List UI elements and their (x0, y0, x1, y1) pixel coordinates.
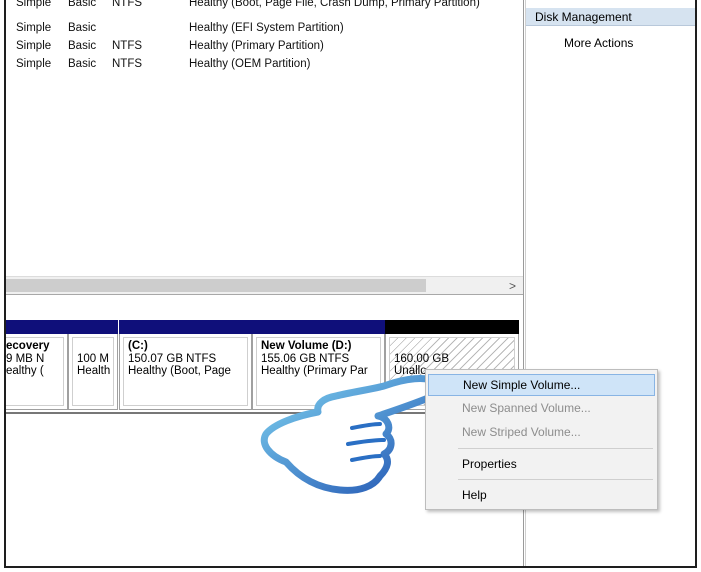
status-cell: Healthy (Primary Partition) (189, 40, 324, 52)
partition-recovery[interactable]: ecovery 9 MB N ealthy ( (6, 320, 68, 410)
type-cell: Basic (68, 58, 97, 70)
partition-status: Healthy (Boot, Page (128, 365, 231, 377)
menu-separator (458, 448, 653, 449)
scrollbar-thumb[interactable] (6, 279, 426, 292)
type-cell: Basic (68, 40, 97, 52)
partition-c[interactable]: (C:) 150.07 GB NTFS Healthy (Boot, Page (119, 320, 252, 410)
partition-title: ecovery (6, 340, 50, 352)
type-cell: Basic (68, 0, 97, 9)
partition-body: (C:) 150.07 GB NTFS Healthy (Boot, Page (123, 337, 248, 406)
layout-cell: Simple (16, 0, 52, 9)
status-cell: Healthy (EFI System Partition) (189, 22, 344, 34)
partition-status: Health (77, 365, 111, 377)
scroll-right-icon[interactable]: > (509, 278, 516, 294)
type-cell: Basic (68, 22, 97, 34)
status-cell: Healthy (Boot, Page File, Crash Dump, Pr… (189, 0, 480, 9)
partition-title: (C:) (128, 340, 148, 352)
layout-cell: Simple (16, 22, 52, 34)
partition-efi[interactable]: 100 M Health (68, 320, 118, 410)
menu-item-new-spanned-volume[interactable]: New Spanned Volume... (428, 397, 655, 419)
partition-bar (68, 320, 118, 334)
menu-separator (458, 479, 653, 480)
partition-bar (385, 320, 519, 334)
menu-item-properties[interactable]: Properties (428, 453, 655, 475)
fs-cell: NTFS (112, 40, 143, 52)
more-actions-link[interactable]: More Actions (564, 35, 633, 51)
context-menu: New Simple Volume... New Spanned Volume.… (425, 369, 658, 510)
partition-size: 155.06 GB NTFS (261, 352, 350, 365)
pane-divider[interactable] (6, 294, 523, 314)
partition-size: 100 M (77, 352, 109, 365)
partition-title (394, 340, 510, 353)
status-cell: Healthy (OEM Partition) (189, 58, 311, 70)
partition-status: Healthy (Primary Par (261, 365, 368, 377)
actions-header[interactable]: Disk Management (526, 8, 695, 26)
disk-management-window: Simple Basic NTFS Healthy (Boot, Page Fi… (4, 0, 697, 568)
partition-size: 160.00 GB (394, 352, 449, 365)
fs-cell: NTFS (112, 58, 143, 70)
partition-size: 9 MB N (6, 352, 45, 365)
partition-size: 150.07 GB NTFS (128, 352, 217, 365)
menu-item-help[interactable]: Help (428, 484, 655, 506)
partition-body: New Volume (D:) 155.06 GB NTFS Healthy (… (256, 337, 381, 406)
fs-cell: NTFS (112, 0, 143, 9)
partition-status: ealthy ( (6, 365, 44, 377)
menu-item-new-striped-volume[interactable]: New Striped Volume... (428, 421, 655, 443)
partition-body: 100 M Health (72, 337, 114, 406)
volume-list: Simple Basic NTFS Healthy (Boot, Page Fi… (6, 0, 523, 276)
layout-cell: Simple (16, 58, 52, 70)
menu-item-new-simple-volume[interactable]: New Simple Volume... (428, 374, 655, 396)
partition-d[interactable]: New Volume (D:) 155.06 GB NTFS Healthy (… (252, 320, 385, 410)
partition-body: ecovery 9 MB N ealthy ( (6, 337, 64, 406)
partition-title (77, 340, 109, 353)
partition-bar (119, 320, 252, 334)
partition-bar (252, 320, 385, 334)
partition-title: New Volume (D:) (261, 340, 352, 352)
partition-bar (6, 320, 68, 334)
horizontal-scrollbar[interactable]: > (6, 276, 523, 294)
layout-cell: Simple (16, 40, 52, 52)
